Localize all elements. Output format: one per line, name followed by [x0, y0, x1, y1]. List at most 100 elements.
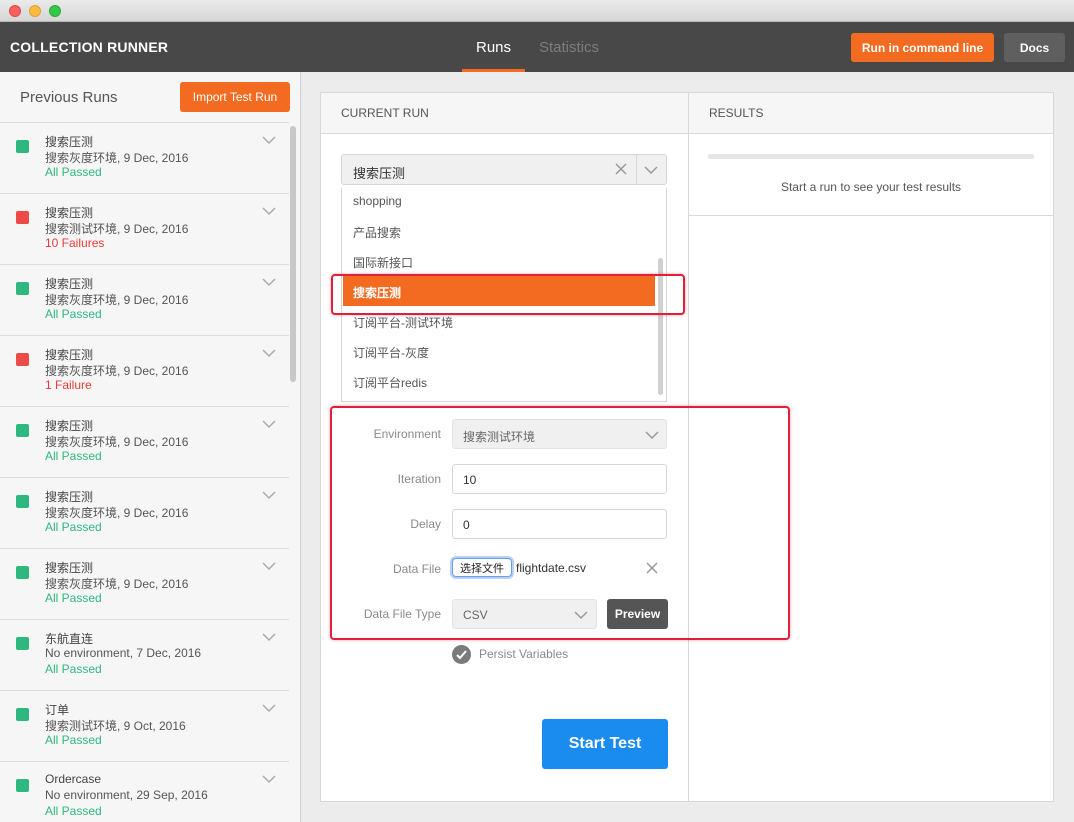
results-divider	[689, 215, 1053, 216]
run-result-summary: All Passed	[45, 307, 102, 321]
run-environment-date: 搜索测试环境, 9 Oct, 2016	[45, 719, 186, 733]
delay-input[interactable]: 0	[452, 509, 667, 539]
delay-label: Delay	[410, 517, 441, 531]
run-list-item[interactable]: 搜索压测搜索测试环境, 9 Dec, 2016 10 Failures	[0, 194, 289, 265]
run-result-summary: 10 Failures	[45, 236, 105, 250]
run-result-summary: All Passed	[45, 591, 102, 605]
chevron-down-icon[interactable]	[262, 419, 276, 429]
run-status-indicator	[16, 708, 29, 721]
run-list-item[interactable]: 订单 搜索测试环境, 9 Oct, 2016 All Passed	[0, 691, 289, 762]
environment-label: Environment	[373, 427, 441, 441]
collection-select[interactable]: 搜索压测	[341, 154, 667, 185]
chevron-down-icon[interactable]	[262, 632, 276, 642]
run-environment-date: 搜索灰度环境, 9 Dec, 2016	[45, 293, 189, 307]
data-file-type-value: CSV	[463, 608, 488, 622]
run-in-command-line-button[interactable]: Run in command line	[851, 33, 994, 62]
run-status-indicator	[16, 566, 29, 579]
run-status-indicator	[16, 637, 29, 650]
run-status-indicator	[16, 495, 29, 508]
run-list-item[interactable]: 搜索压测搜索灰度环境, 9 Dec, 2016 All Passed	[0, 407, 289, 478]
run-list: 搜索压测 搜索灰度环境, 9 Dec, 2016 All Passed 搜索压测 搜索测…	[0, 122, 289, 822]
run-result-summary: All Passed	[45, 449, 102, 463]
run-status-indicator	[16, 282, 29, 295]
environment-select[interactable]: 搜索测试环境	[452, 419, 667, 449]
run-environment-date: 搜索灰度环境, 9 Dec, 2016	[45, 577, 189, 591]
zoom-window-button[interactable]	[49, 5, 61, 17]
run-collection-name: 搜索压测	[45, 348, 94, 362]
run-status-indicator	[16, 211, 29, 224]
run-environment-date: 搜索灰度环境, 9 Dec, 2016	[45, 435, 189, 449]
data-file-name: flightdate.csv	[516, 561, 587, 575]
highlight-selected-collection	[331, 274, 685, 315]
app-header: COLLECTION RUNNER Runs Statistics Run in…	[0, 22, 1074, 72]
collection-option[interactable]: 国际新接口	[343, 246, 655, 276]
run-list-item[interactable]: 搜索压测 搜索灰度环境, 9 Dec, 2016 1 Failure	[0, 336, 289, 407]
runner-panel: CURRENT RUN RESULTS 搜索压测 shopping 产品搜索 国际新…	[320, 92, 1054, 802]
tab-runs[interactable]: Runs	[476, 39, 511, 56]
run-list-item[interactable]: Ordercase No environment, 29 Sep, 2016 All…	[0, 762, 289, 822]
run-result-summary: All Passed	[45, 520, 102, 534]
run-result-summary: All Passed	[45, 733, 102, 747]
run-environment-date: 搜索灰度环境, 9 Dec, 2016	[45, 151, 189, 165]
iteration-input[interactable]: 10	[452, 464, 667, 494]
run-environment-date: 搜索测试环境, 9 Dec, 2016	[45, 222, 189, 236]
import-test-run-button[interactable]: Import Test Run	[180, 82, 290, 112]
data-file-type-label: Data File Type	[363, 607, 441, 621]
chevron-down-icon	[645, 431, 659, 440]
previous-runs-title: Previous Runs	[20, 89, 118, 106]
run-environment-date: No environment, 7 Dec, 2016	[45, 646, 202, 660]
run-collection-name: 搜索压测	[45, 419, 94, 433]
data-file-label: Data File	[392, 562, 441, 576]
preview-button[interactable]: Preview	[607, 599, 668, 629]
persist-variables-checkbox[interactable]	[452, 645, 471, 664]
run-list-item[interactable]: 东航直连 No environment, 7 Dec, 2016 All Passe…	[0, 620, 289, 691]
previous-runs-sidebar: Previous Runs Import Test Run 搜索压测搜索灰度环境…	[0, 72, 301, 822]
close-window-button[interactable]	[9, 5, 21, 17]
chevron-down-icon[interactable]	[262, 561, 276, 571]
collection-option[interactable]: 订阅平台redis	[343, 366, 655, 396]
minimize-window-button[interactable]	[29, 5, 41, 17]
chevron-down-icon[interactable]	[262, 490, 276, 500]
run-list-item[interactable]: 搜索压测 搜索灰度环境, 9 Dec, 2016 All Passed	[0, 123, 289, 194]
choose-file-button[interactable]: 选择文件	[452, 558, 512, 577]
run-result-summary: All Passed	[45, 662, 102, 676]
check-icon	[456, 650, 467, 660]
clear-selection-icon[interactable]	[612, 160, 630, 178]
chevron-down-icon[interactable]	[262, 206, 276, 216]
run-list-item[interactable]: 搜索压测 搜索灰度环境, 9 Dec, 2016 All Passed	[0, 478, 289, 549]
chevron-down-icon[interactable]	[262, 774, 276, 784]
tab-statistics[interactable]: Statistics	[539, 39, 599, 56]
run-list-item[interactable]: 搜索压测搜索灰度环境, 9 Dec, 2016 All Passed	[0, 265, 289, 336]
collection-option[interactable]: shopping	[343, 188, 655, 216]
chevron-down-icon[interactable]	[262, 277, 276, 287]
run-environment-date: 搜索灰度环境, 9 Dec, 2016	[45, 364, 189, 378]
clear-file-icon[interactable]	[644, 560, 660, 576]
select-separator	[636, 155, 637, 184]
window-titlebar	[0, 0, 1074, 22]
collection-select-value: 搜索压测	[353, 166, 406, 181]
run-status-indicator	[16, 140, 29, 153]
run-status-indicator	[16, 353, 29, 366]
docs-button[interactable]: Docs	[1004, 33, 1065, 62]
chevron-down-icon[interactable]	[262, 703, 276, 713]
chevron-down-icon[interactable]	[262, 348, 276, 358]
chevron-down-icon	[574, 611, 588, 620]
results-empty-text: Start a run to see your test results	[780, 180, 962, 194]
run-collection-name: 搜索压测	[45, 561, 94, 575]
app-title: COLLECTION RUNNER	[10, 39, 169, 55]
run-status-indicator	[16, 424, 29, 437]
run-collection-name: Ordercase	[45, 772, 102, 786]
run-collection-name: 搜索压测	[45, 206, 94, 220]
run-list-item[interactable]: 搜索压测搜索灰度环境, 9 Dec, 2016 All Passed	[0, 549, 289, 620]
data-file-type-select[interactable]: CSV	[452, 599, 597, 629]
start-test-button[interactable]: Start Test	[542, 719, 668, 769]
run-collection-name: 搜索压测	[45, 277, 94, 291]
chevron-down-icon[interactable]	[262, 135, 276, 145]
chevron-down-icon[interactable]	[644, 165, 658, 175]
sidebar-scrollbar[interactable]	[290, 126, 296, 382]
collection-option[interactable]: 产品搜索	[343, 216, 655, 246]
run-environment-date: No environment, 29 Sep, 2016	[45, 788, 208, 802]
run-environment-date: 搜索灰度环境, 9 Dec, 2016	[45, 506, 189, 520]
results-progress-bar	[708, 154, 1034, 159]
collection-option[interactable]: 订阅平台-灰度	[343, 336, 655, 366]
